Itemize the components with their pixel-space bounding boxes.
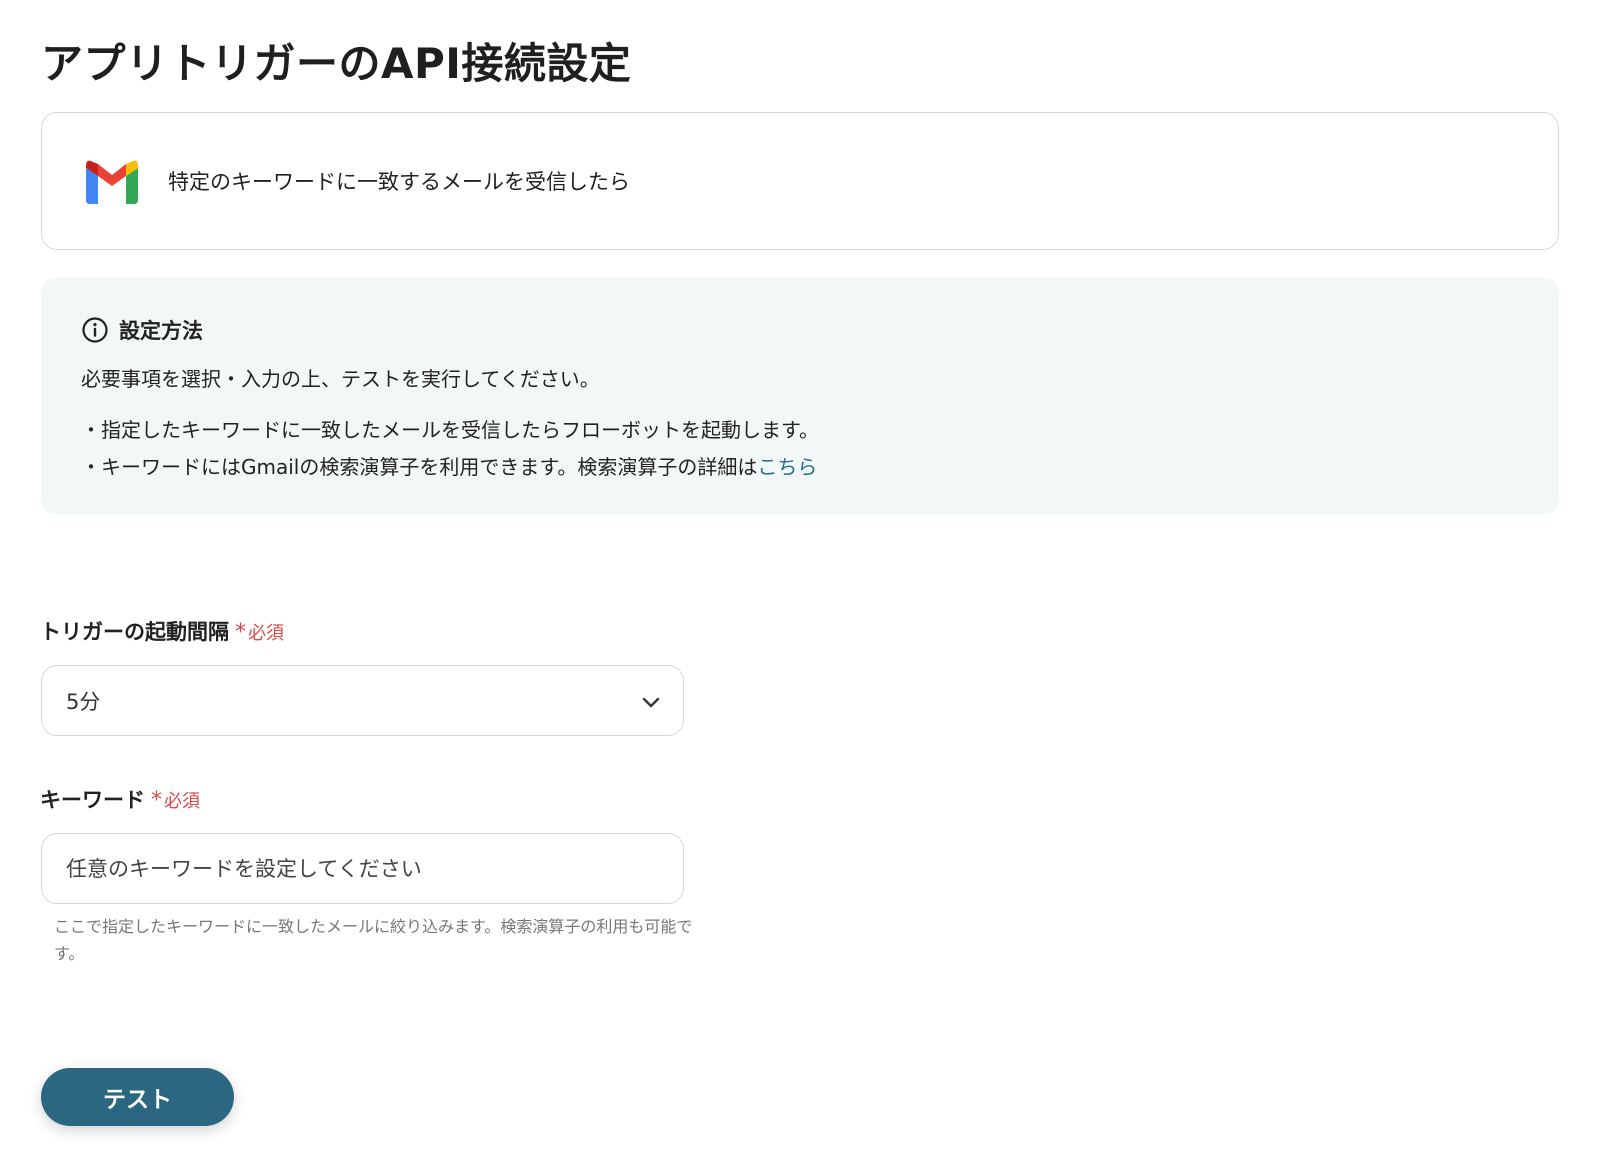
info-bullet-2: ・キーワードにはGmailの検索演算子を利用できます。検索演算子の詳細はこちら: [81, 451, 1559, 480]
info-bullet-1: ・指定したキーワードに一致したメールを受信したらフローボットを起動します。: [81, 418, 819, 442]
required-mark: *: [151, 788, 162, 813]
info-instruction: 必要事項を選択・入力の上、テストを実行してください。: [81, 367, 600, 391]
keyword-input[interactable]: [41, 833, 684, 904]
interval-label-text: トリガーの起動間隔: [40, 620, 229, 644]
interval-selected-value: 5分: [66, 689, 101, 714]
keyword-label: キーワード * 必須: [40, 784, 200, 814]
page-title: アプリトリガーのAPI接続設定: [41, 39, 632, 88]
info-bullet-2-text: ・キーワードにはGmailの検索演算子を利用できます。検索演算子の詳細は: [81, 455, 758, 479]
required-badge: * 必須: [235, 619, 284, 645]
keyword-help-text: ここで指定したキーワードに一致したメールに絞り込みます。検索演算子の利用も可能で…: [54, 917, 693, 963]
gmail-icon: [86, 160, 138, 204]
info-heading-text: 設定方法: [119, 319, 203, 343]
trigger-card: 特定のキーワードに一致するメールを受信したら: [41, 112, 1559, 250]
trigger-label: 特定のキーワードに一致するメールを受信したら: [168, 170, 630, 194]
keyword-label-text: キーワード: [40, 788, 145, 812]
required-text: 必須: [164, 791, 200, 812]
required-text: 必須: [248, 623, 284, 644]
required-mark: *: [235, 620, 246, 645]
test-button[interactable]: テスト: [41, 1068, 234, 1126]
interval-select[interactable]: 5分: [41, 665, 684, 736]
info-box: 設定方法 必要事項を選択・入力の上、テストを実行してください。 ・指定したキーワ…: [41, 277, 1559, 515]
search-operator-link[interactable]: こちら: [757, 455, 817, 479]
interval-label: トリガーの起動間隔 * 必須: [40, 616, 284, 646]
chevron-down-icon: [642, 697, 660, 708]
info-icon: [82, 317, 108, 343]
info-heading: 設定方法: [81, 315, 1559, 345]
required-badge: * 必須: [151, 787, 200, 813]
